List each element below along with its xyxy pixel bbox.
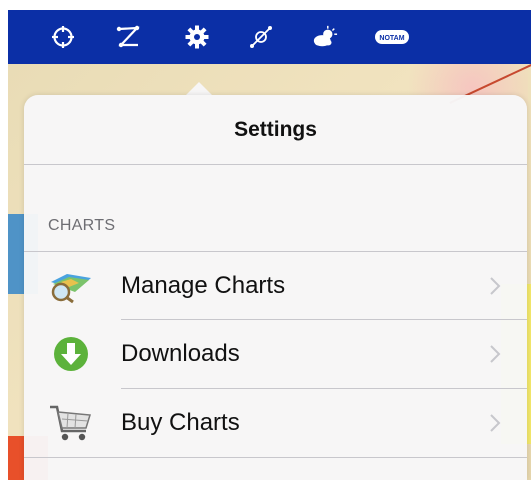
downloads-icon bbox=[46, 329, 96, 379]
section-bottom-divider bbox=[24, 457, 527, 458]
chevron-right-icon bbox=[490, 345, 501, 363]
shopping-cart-icon bbox=[46, 398, 96, 448]
notam-icon[interactable]: NOTAM bbox=[374, 24, 410, 50]
buy-charts-row[interactable]: Buy Charts bbox=[24, 389, 527, 457]
manage-charts-row[interactable]: Manage Charts bbox=[24, 252, 527, 320]
notam-label: NOTAM bbox=[379, 35, 404, 42]
top-toolbar: NOTAM bbox=[8, 10, 531, 64]
section-header-charts: CHARTS bbox=[48, 217, 116, 234]
route-icon[interactable] bbox=[115, 24, 141, 50]
downloads-row[interactable]: Downloads bbox=[24, 320, 527, 388]
chevron-right-icon bbox=[490, 277, 501, 295]
buy-charts-label: Buy Charts bbox=[121, 409, 240, 436]
manage-charts-label: Manage Charts bbox=[121, 272, 286, 299]
crosshair-icon[interactable] bbox=[50, 24, 76, 50]
downloads-label: Downloads bbox=[121, 340, 240, 367]
gear-icon[interactable] bbox=[184, 24, 210, 50]
chevron-right-icon bbox=[490, 414, 501, 432]
popover-title: Settings bbox=[24, 95, 527, 165]
weather-icon[interactable] bbox=[312, 24, 338, 50]
manage-charts-icon bbox=[46, 261, 96, 311]
popover-arrow bbox=[186, 82, 212, 95]
settings-popover: Settings CHARTS Manage Charts Downloads … bbox=[24, 95, 527, 480]
ruler-icon[interactable] bbox=[248, 24, 274, 50]
